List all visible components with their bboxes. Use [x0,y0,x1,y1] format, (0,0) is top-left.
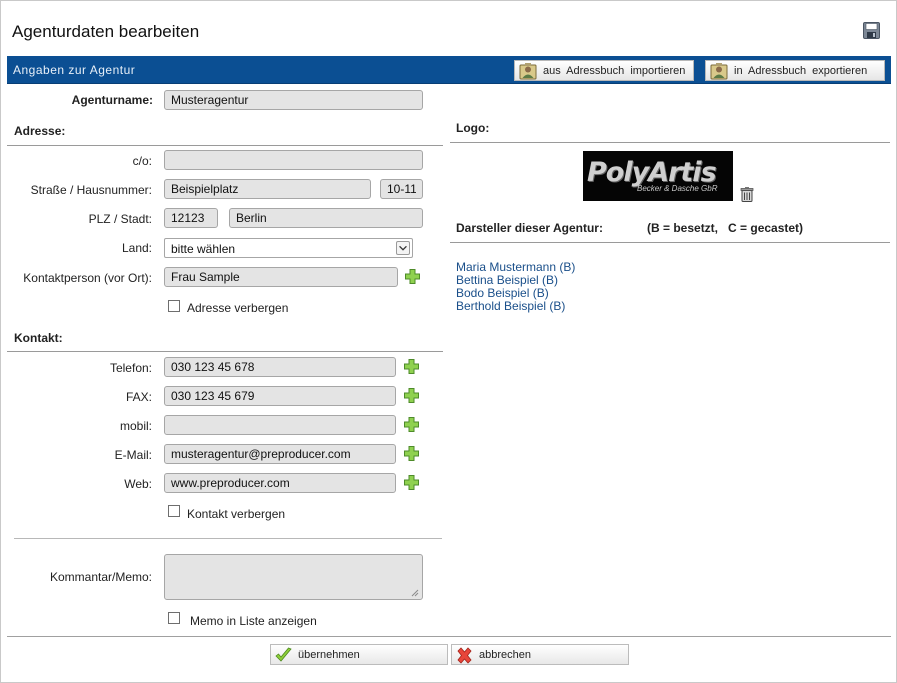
export-address-book-button[interactable]: in Adressbuch exportieren [705,60,885,81]
house-number-input[interactable] [380,179,423,199]
street-label: Straße / Hausnummer: [30,183,152,197]
add-fax-icon[interactable] [403,387,420,404]
contact-heading: Kontakt: [14,331,63,345]
section-bar: Angaben zur Agentur aus Adressbuch impor… [7,56,891,84]
web-label: Web: [124,477,152,491]
address-divider [7,145,443,146]
agency-name-input[interactable] [164,90,423,110]
cancel-button[interactable]: abbrechen [451,644,629,665]
page-title: Agenturdaten bearbeiten [12,22,200,41]
actor-link-4[interactable]: Berthold Beispiel (B) [456,299,565,313]
agency-name-label: Agenturname: [71,93,153,107]
actor-link-1[interactable]: Maria Mustermann (B) [456,260,575,274]
import-address-book-button[interactable]: aus Adressbuch importieren [514,60,694,81]
street-input[interactable] [164,179,371,199]
fax-label: FAX: [125,390,152,404]
address-heading: Adresse: [14,124,66,138]
hide-contact-label: Kontakt verbergen [187,507,286,521]
city-input[interactable] [229,208,423,228]
export-label: in Adressbuch exportieren [734,65,868,77]
actor-link-2[interactable]: Bettina Beispiel (B) [456,273,558,287]
memo-label: Kommantar/Memo: [49,570,152,584]
logo-divider [450,142,890,143]
hide-address-label: Adresse verbergen [187,301,289,315]
import-label: aus Adressbuch importieren [543,65,686,77]
add-contact-person-icon[interactable] [404,268,421,285]
trash-icon[interactable] [739,186,755,202]
hide-address-checkbox[interactable] [168,300,180,312]
email-label: E-Mail: [114,448,152,462]
chevron-down-icon[interactable] [396,241,410,255]
phone-label: Telefon: [109,361,152,375]
country-select[interactable]: bitte wählen [164,238,413,258]
resize-grip-icon[interactable] [409,587,419,597]
add-email-icon[interactable] [403,445,420,462]
phone-input[interactable] [164,357,396,377]
save-icon[interactable] [863,22,880,39]
address-book-icon [710,63,728,80]
zip-city-label: PLZ / Stadt: [88,212,152,226]
co-input[interactable] [164,150,423,170]
country-selected-value: bitte wählen [171,242,236,256]
add-phone-icon[interactable] [403,358,420,375]
address-book-icon [519,63,537,80]
country-label: Land: [121,241,152,255]
memo-in-list-checkbox[interactable] [168,612,180,624]
contact-person-label: Kontaktperson (vor Ort): [23,271,152,285]
add-mobile-icon[interactable] [403,416,420,433]
actors-heading: Darsteller dieser Agentur: [456,221,603,235]
apply-label: übernehmen [298,649,360,661]
cancel-label: abbrechen [479,649,531,661]
memo-divider [14,538,442,539]
actors-divider [450,242,890,243]
memo-in-list-label: Memo in Liste anzeigen [190,614,317,628]
memo-textarea[interactable] [164,554,423,600]
email-input[interactable] [164,444,396,464]
fax-input[interactable] [164,386,396,406]
contact-divider [7,351,443,352]
mobile-input[interactable] [164,415,396,435]
actor-link-3[interactable]: Bodo Beispiel (B) [456,286,549,300]
logo-heading: Logo: [456,121,490,135]
zip-input[interactable] [164,208,218,228]
co-label: c/o: [132,154,152,168]
close-icon [457,647,472,664]
section-bar-label: Angaben zur Agentur [13,63,136,77]
contact-person-input[interactable] [164,267,398,287]
actors-legend-note: (B = besetzt, C = gecastet) [647,221,804,235]
hide-contact-checkbox[interactable] [168,505,180,517]
footer-divider [7,636,891,637]
logo-sub-text: Becker & Dasche GbR [637,184,718,193]
agency-logo-image: PolyArtis Becker & Dasche GbR [583,151,733,201]
checkmark-icon [275,647,292,662]
mobile-label: mobil: [119,419,152,433]
apply-button[interactable]: übernehmen [270,644,448,665]
web-input[interactable] [164,473,396,493]
add-web-icon[interactable] [403,474,420,491]
